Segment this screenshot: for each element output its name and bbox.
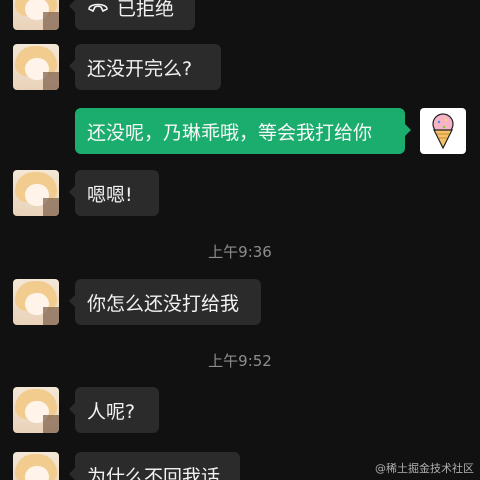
message-text: 人呢? — [87, 400, 136, 423]
declined-call-bubble[interactable]: 已拒绝 — [69, 0, 195, 30]
watermark-text: @稀土掘金技术社区 — [375, 462, 474, 475]
incoming-message[interactable]: 还没开完么? — [69, 44, 221, 90]
sender-avatar[interactable] — [13, 279, 59, 325]
sender-avatar[interactable] — [13, 0, 59, 30]
incoming-message[interactable]: 人呢? — [69, 387, 159, 433]
sender-avatar[interactable] — [13, 452, 59, 480]
sender-avatar[interactable] — [13, 170, 59, 216]
incoming-message[interactable]: 你怎么还没打给我 — [69, 279, 261, 325]
message-text: 嗯嗯! — [87, 183, 133, 206]
sender-avatar[interactable] — [13, 44, 59, 90]
ice-cream-avatar[interactable] — [420, 108, 466, 154]
message-text: 还没呢，乃琳乖哦，等会我打给你 — [87, 121, 373, 144]
phone-hangup-icon — [87, 0, 109, 18]
outgoing-message[interactable]: 还没呢，乃琳乖哦，等会我打给你 — [75, 108, 411, 154]
chat-window: 已拒绝 还没开完么? 还没呢，乃琳乖哦，等会我打给你 嗯嗯! 上午9:36 你怎… — [0, 0, 480, 480]
ice-cream-icon — [432, 113, 454, 150]
declined-call-label: 已拒绝 — [117, 0, 175, 20]
timestamp: 上午9:52 — [208, 352, 272, 370]
incoming-message[interactable]: 嗯嗯! — [69, 170, 159, 216]
sender-avatar[interactable] — [13, 387, 59, 433]
message-text: 你怎么还没打给我 — [87, 292, 240, 315]
message-text: 为什么不回我话 — [87, 465, 221, 480]
timestamp: 上午9:36 — [208, 243, 272, 261]
message-text: 还没开完么? — [87, 57, 193, 80]
incoming-message[interactable]: 为什么不回我话 — [69, 452, 240, 480]
